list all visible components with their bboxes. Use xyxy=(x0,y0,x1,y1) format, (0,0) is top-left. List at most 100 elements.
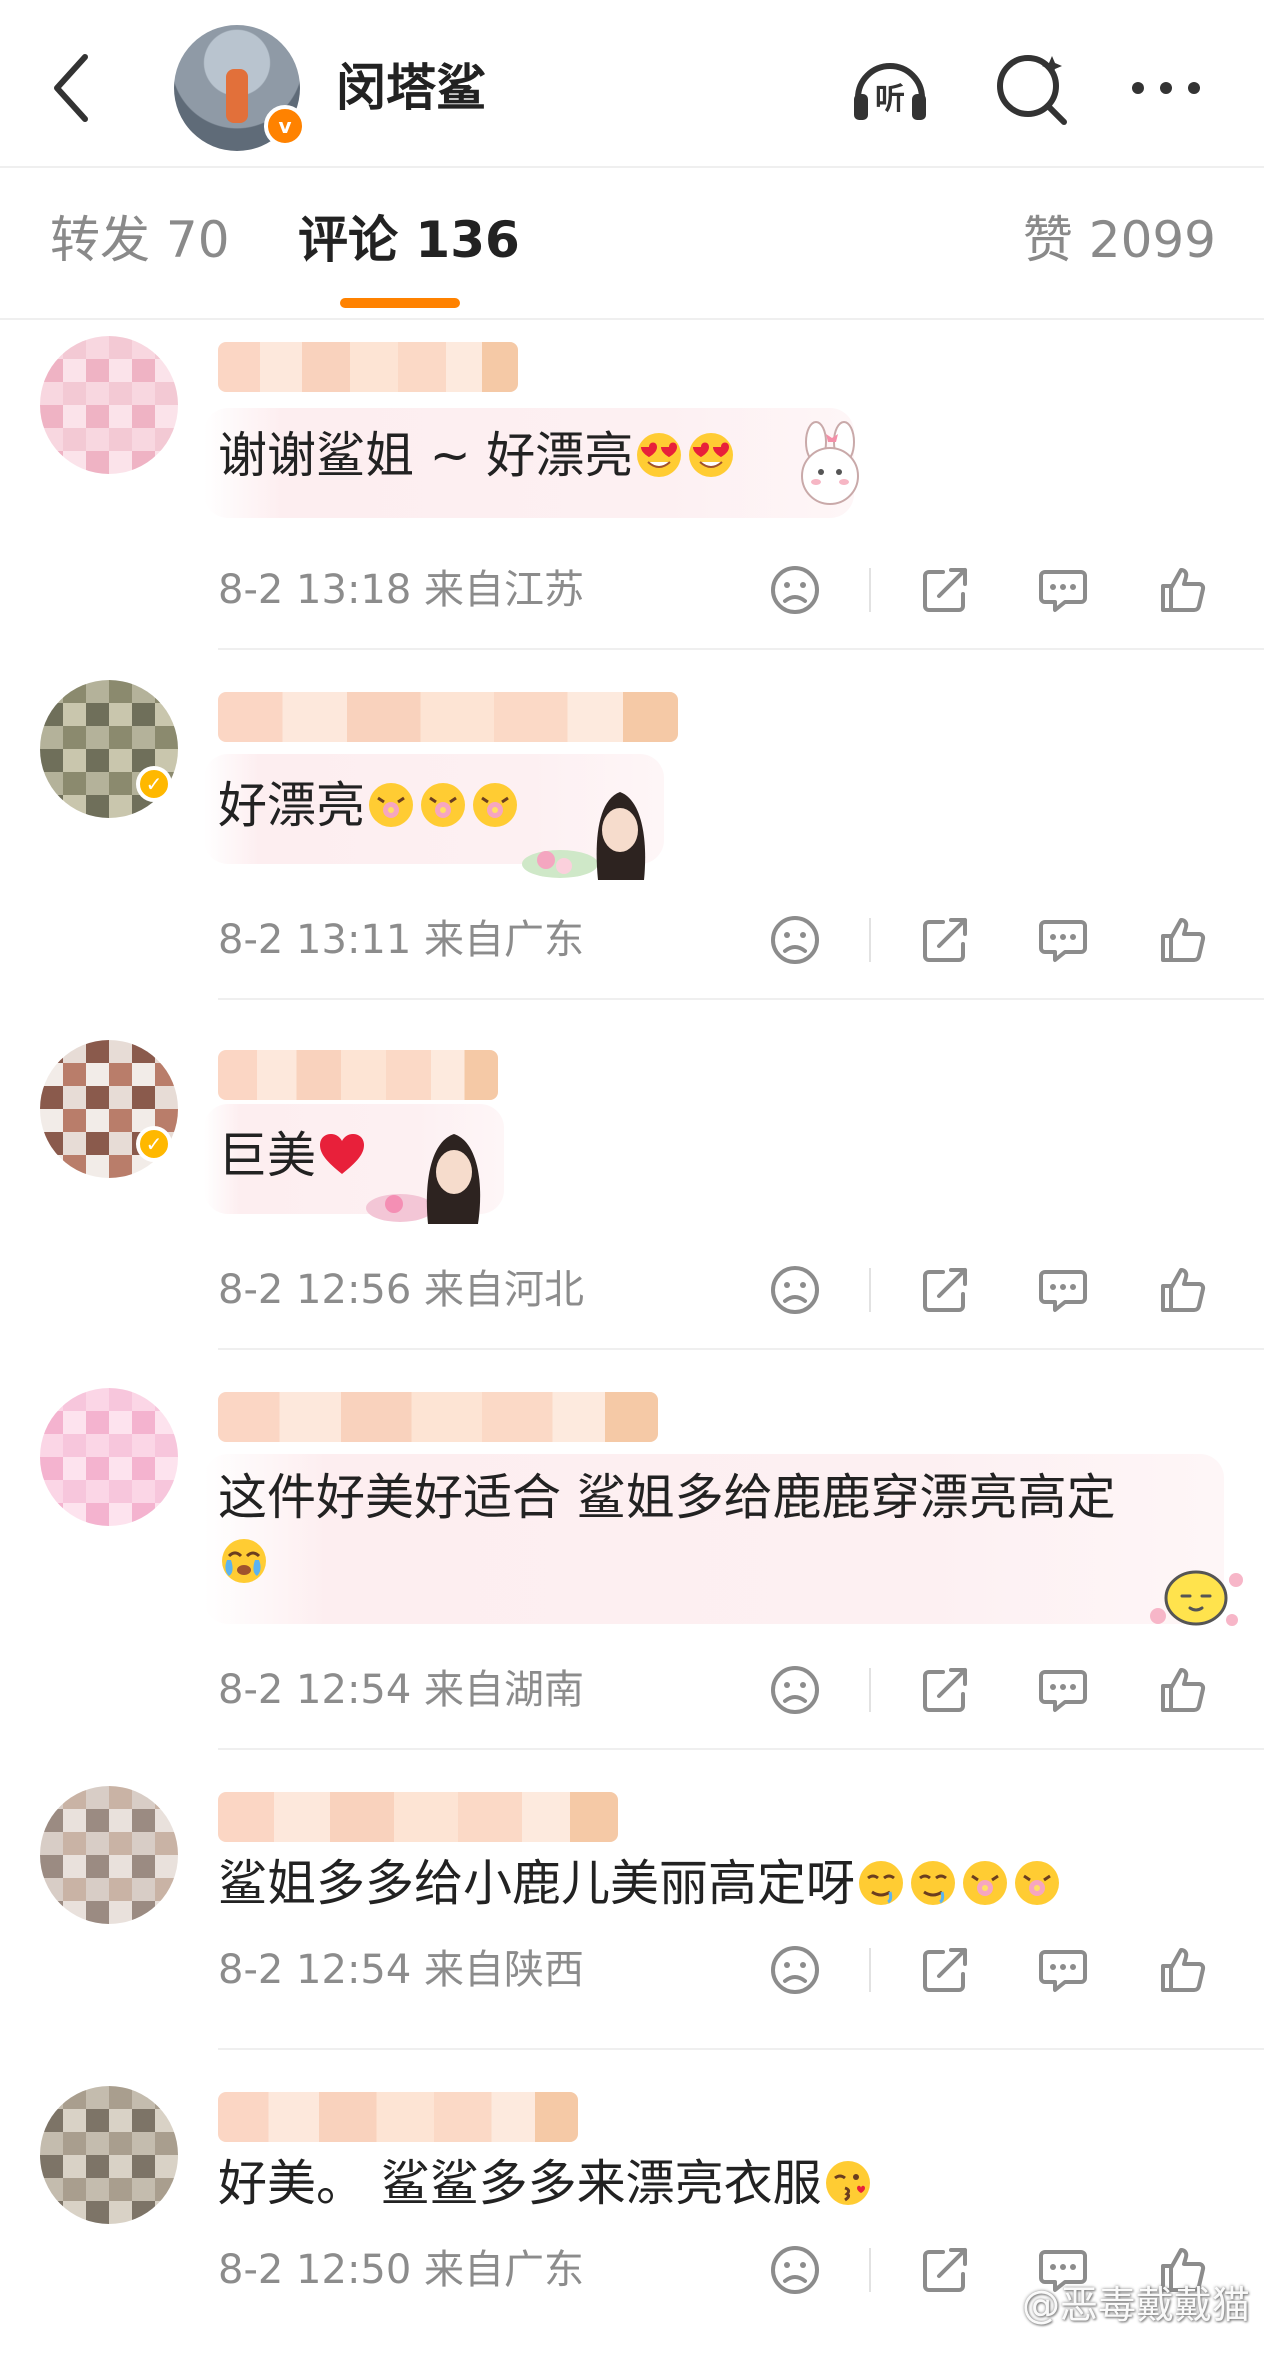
comment-item: 谢谢鲨姐 ~ 好漂亮 8-2 13:18 来自江苏 xyxy=(0,320,1264,650)
comment-divider xyxy=(218,2048,1264,2050)
thumbs-up-icon xyxy=(1161,1268,1206,1312)
thumbs-up-icon xyxy=(1161,568,1206,612)
kiss-face-icon xyxy=(825,2161,870,2205)
search-icon xyxy=(997,55,1067,125)
drool-face-icon xyxy=(859,1861,904,1905)
reply-button[interactable] xyxy=(1028,1655,1098,1725)
share-icon xyxy=(923,1668,967,1712)
dislike-button[interactable] xyxy=(760,1935,830,2005)
commenter-name-blurred[interactable] xyxy=(218,1392,658,1442)
tab-likes[interactable]: 赞 2099 xyxy=(1023,210,1216,270)
teary-face-icon xyxy=(222,1539,266,1583)
comment-time: 8-2 13:11 xyxy=(218,917,412,963)
verified-badge: ✓ xyxy=(136,1126,172,1162)
comment-item: 这件好美好适合 鲨姐多给鹿鹿穿漂亮高定 8-2 12:54 来自湖南 xyxy=(0,1370,1264,1750)
share-button[interactable] xyxy=(910,905,980,975)
like-button[interactable] xyxy=(1148,1255,1218,1325)
share-button[interactable] xyxy=(910,555,980,625)
active-tab-indicator xyxy=(340,298,460,308)
action-separator xyxy=(869,918,871,962)
commenter-name-blurred[interactable] xyxy=(218,1050,498,1100)
like-button[interactable] xyxy=(1148,555,1218,625)
verified-badge: v xyxy=(264,105,306,147)
heart-eyes-face-icon xyxy=(637,433,682,477)
watermark: @恶毒戴戴猫 xyxy=(1021,2283,1250,2327)
dislike-button[interactable] xyxy=(760,555,830,625)
reply-button[interactable] xyxy=(1028,555,1098,625)
frown-icon xyxy=(771,916,819,964)
thumbs-up-icon xyxy=(1161,918,1206,962)
dislike-button[interactable] xyxy=(760,2235,830,2305)
commenter-avatar[interactable] xyxy=(40,2086,178,2224)
commenter-avatar[interactable]: ✓ xyxy=(40,680,178,818)
comment-text: 好美。 鲨鲨多多来漂亮衣服 xyxy=(218,2152,874,2216)
comment-location: 来自广东 xyxy=(424,917,585,963)
comment-text-content: 鲨姐多多给小鹿儿美丽高定呀 xyxy=(218,1855,856,1912)
commenter-name-blurred[interactable] xyxy=(218,2092,578,2142)
action-separator xyxy=(869,2248,871,2292)
flower-face-icon xyxy=(1015,1861,1060,1905)
dislike-button[interactable] xyxy=(760,1255,830,1325)
like-button[interactable] xyxy=(1148,1655,1218,1725)
frown-icon xyxy=(771,1666,819,1714)
commenter-avatar[interactable] xyxy=(40,336,178,474)
frown-icon xyxy=(771,1946,819,1994)
more-button[interactable] xyxy=(1124,46,1208,130)
comment-divider xyxy=(218,1348,1264,1350)
share-button[interactable] xyxy=(910,1655,980,1725)
share-button[interactable] xyxy=(910,1255,980,1325)
chevron-left-icon xyxy=(54,54,88,122)
comment-location: 来自广东 xyxy=(424,2247,585,2293)
comment-time: 8-2 12:56 xyxy=(218,1267,412,1313)
tab-comments[interactable]: 评论 136 xyxy=(298,210,520,270)
comment-location: 来自江苏 xyxy=(424,567,585,613)
comment-text-content: 好美。 鲨鲨多多来漂亮衣服 xyxy=(218,2155,822,2212)
search-button[interactable] xyxy=(990,46,1074,130)
like-button[interactable] xyxy=(1148,905,1218,975)
bunny-sticker-icon xyxy=(801,421,859,505)
reply-button[interactable] xyxy=(1028,1255,1098,1325)
portrait-sticker-icon xyxy=(522,792,646,880)
author-avatar[interactable]: v xyxy=(174,25,306,151)
top-bar: v 闵塔鲨 听 xyxy=(0,0,1264,166)
dislike-button[interactable] xyxy=(760,1655,830,1725)
comment-item: 鲨姐多多给小鹿儿美丽高定呀 8-2 12:54 来自陕西 xyxy=(0,1770,1264,2050)
portrait-sticker-icon xyxy=(366,1134,481,1224)
back-button[interactable] xyxy=(36,48,106,128)
frown-icon xyxy=(771,2246,819,2294)
comment-text: 巨美 xyxy=(218,1124,368,1188)
listen-label: 听 xyxy=(875,82,905,117)
share-button[interactable] xyxy=(910,2235,980,2305)
comment-meta: 8-2 12:50 来自广东 xyxy=(218,2245,584,2295)
commenter-avatar[interactable] xyxy=(40,1786,178,1924)
commenter-avatar[interactable] xyxy=(40,1388,178,1526)
share-button[interactable] xyxy=(910,1935,980,2005)
listen-button[interactable]: 听 xyxy=(848,46,932,130)
comment-icon xyxy=(1039,1950,1087,1992)
action-separator xyxy=(869,1668,871,1712)
comment-text-content: 这件好美好适合 鲨姐多给鹿鹿穿漂亮高定 xyxy=(218,1469,1116,1526)
comment-meta: 8-2 12:54 来自湖南 xyxy=(218,1665,584,1715)
tab-reposts[interactable]: 转发 70 xyxy=(50,210,230,270)
page-title: 闵塔鲨 xyxy=(336,59,486,117)
comment-meta: 8-2 12:56 来自河北 xyxy=(218,1265,584,1315)
comment-icon xyxy=(1039,1670,1087,1712)
like-button[interactable] xyxy=(1148,1935,1218,2005)
commenter-avatar[interactable]: ✓ xyxy=(40,1040,178,1178)
comment-icon xyxy=(1039,920,1087,962)
action-separator xyxy=(869,1948,871,1992)
tab-bar: 转发 70 评论 136 赞 2099 xyxy=(0,168,1264,320)
reply-button[interactable] xyxy=(1028,1935,1098,2005)
comment-meta: 8-2 13:11 来自广东 xyxy=(218,915,584,965)
commenter-name-blurred[interactable] xyxy=(218,1792,618,1842)
drool-face-icon xyxy=(911,1861,956,1905)
comment-location: 来自陕西 xyxy=(424,1947,585,1993)
comment-time: 8-2 13:18 xyxy=(218,567,412,613)
commenter-name-blurred[interactable] xyxy=(218,342,518,392)
flower-face-icon xyxy=(473,783,518,827)
reply-button[interactable] xyxy=(1028,905,1098,975)
dislike-button[interactable] xyxy=(760,905,830,975)
commenter-name-blurred[interactable] xyxy=(218,692,678,742)
comment-divider xyxy=(218,998,1264,1000)
comment-meta: 8-2 13:18 来自江苏 xyxy=(218,565,584,615)
